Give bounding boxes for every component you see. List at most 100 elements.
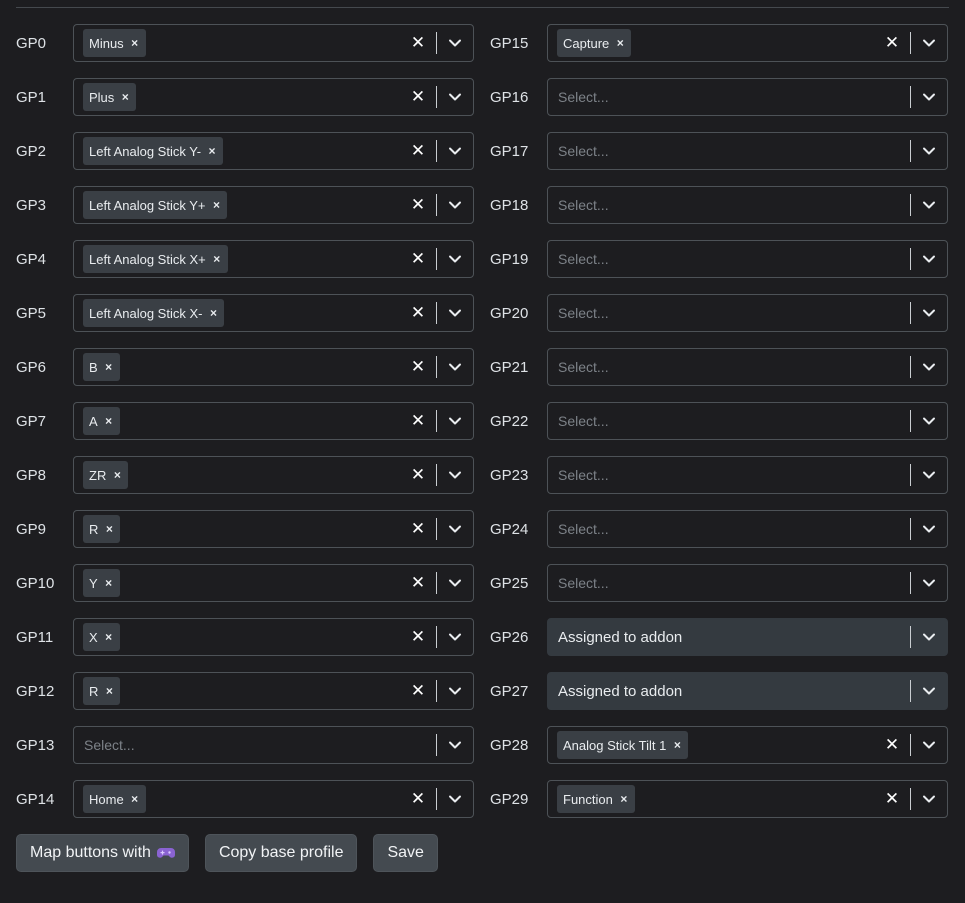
pin-select-gp22[interactable]: Select... [547,402,948,440]
chip-remove-icon[interactable]: × [206,245,228,273]
chevron-down-icon[interactable] [911,673,947,709]
chip-remove-icon[interactable]: × [613,785,635,813]
chevron-down-icon[interactable] [911,241,947,277]
clear-icon[interactable]: ✕ [874,781,910,817]
chip-remove-icon[interactable]: × [124,29,146,57]
chevron-down-icon[interactable] [911,403,947,439]
pin-select-gp27[interactable]: Assigned to addon [547,672,948,710]
select-value-area[interactable]: R × [74,511,400,547]
select-value-area[interactable]: Select... [548,457,910,493]
chevron-down-icon[interactable] [437,727,473,763]
clear-icon[interactable]: ✕ [874,727,910,763]
save-button[interactable]: Save [373,834,438,872]
clear-icon[interactable]: ✕ [400,565,436,601]
clear-icon[interactable]: ✕ [400,241,436,277]
chip-remove-icon[interactable]: × [201,137,223,165]
copy-base-profile-button[interactable]: Copy base profile [204,834,358,872]
select-value-area[interactable]: Select... [548,295,910,331]
pin-select-gp20[interactable]: Select... [547,294,948,332]
pin-select-gp4[interactable]: Left Analog Stick X+ × ✕ [73,240,474,278]
pin-select-gp17[interactable]: Select... [547,132,948,170]
select-value-area[interactable]: Select... [74,727,436,763]
chip-remove-icon[interactable]: × [124,785,146,813]
pin-select-gp15[interactable]: Capture × ✕ [547,24,948,62]
pin-select-gp8[interactable]: ZR × ✕ [73,456,474,494]
clear-icon[interactable]: ✕ [874,25,910,61]
chip-remove-icon[interactable]: × [98,407,120,435]
chip-remove-icon[interactable]: × [98,569,120,597]
select-value-area[interactable]: Left Analog Stick X- × [74,295,400,331]
select-value-area[interactable]: Select... [548,133,910,169]
chevron-down-icon[interactable] [911,781,947,817]
chevron-down-icon[interactable] [911,79,947,115]
chevron-down-icon[interactable] [911,619,947,655]
pin-select-gp28[interactable]: Analog Stick Tilt 1 × ✕ [547,726,948,764]
pin-select-gp11[interactable]: X × ✕ [73,618,474,656]
pin-select-gp7[interactable]: A × ✕ [73,402,474,440]
pin-select-gp29[interactable]: Function × ✕ [547,780,948,818]
select-value-area[interactable]: Assigned to addon [548,673,910,709]
chevron-down-icon[interactable] [437,79,473,115]
select-value-area[interactable]: Y × [74,565,400,601]
select-value-area[interactable]: Home × [74,781,400,817]
clear-icon[interactable]: ✕ [400,79,436,115]
pin-select-gp12[interactable]: R × ✕ [73,672,474,710]
pin-select-gp18[interactable]: Select... [547,186,948,224]
select-value-area[interactable]: ZR × [74,457,400,493]
chip-remove-icon[interactable]: × [114,83,136,111]
pin-select-gp21[interactable]: Select... [547,348,948,386]
chevron-down-icon[interactable] [437,619,473,655]
pin-select-gp19[interactable]: Select... [547,240,948,278]
select-value-area[interactable]: X × [74,619,400,655]
chevron-down-icon[interactable] [437,511,473,547]
chevron-down-icon[interactable] [911,565,947,601]
select-value-area[interactable]: B × [74,349,400,385]
chevron-down-icon[interactable] [911,133,947,169]
pin-select-gp5[interactable]: Left Analog Stick X- × ✕ [73,294,474,332]
select-value-area[interactable]: Plus × [74,79,400,115]
chip-remove-icon[interactable]: × [609,29,631,57]
pin-select-gp10[interactable]: Y × ✕ [73,564,474,602]
chip-remove-icon[interactable]: × [106,461,128,489]
select-value-area[interactable]: Select... [548,349,910,385]
clear-icon[interactable]: ✕ [400,511,436,547]
chip-remove-icon[interactable]: × [666,731,688,759]
clear-icon[interactable]: ✕ [400,295,436,331]
pin-select-gp2[interactable]: Left Analog Stick Y- × ✕ [73,132,474,170]
chip-remove-icon[interactable]: × [98,353,120,381]
select-value-area[interactable]: Function × [548,781,874,817]
select-value-area[interactable]: R × [74,673,400,709]
pin-select-gp14[interactable]: Home × ✕ [73,780,474,818]
chevron-down-icon[interactable] [437,565,473,601]
select-value-area[interactable]: Left Analog Stick Y+ × [74,187,400,223]
chevron-down-icon[interactable] [911,511,947,547]
pin-select-gp23[interactable]: Select... [547,456,948,494]
select-value-area[interactable]: Left Analog Stick X+ × [74,241,400,277]
chevron-down-icon[interactable] [911,295,947,331]
clear-icon[interactable]: ✕ [400,25,436,61]
chevron-down-icon[interactable] [437,349,473,385]
chevron-down-icon[interactable] [911,25,947,61]
select-value-area[interactable]: Select... [548,403,910,439]
chevron-down-icon[interactable] [911,727,947,763]
select-value-area[interactable]: A × [74,403,400,439]
clear-icon[interactable]: ✕ [400,187,436,223]
select-value-area[interactable]: Left Analog Stick Y- × [74,133,400,169]
chip-remove-icon[interactable]: × [202,299,224,327]
pin-select-gp6[interactable]: B × ✕ [73,348,474,386]
select-value-area[interactable]: Assigned to addon [548,619,910,655]
chip-remove-icon[interactable]: × [98,623,120,651]
chevron-down-icon[interactable] [437,133,473,169]
chip-remove-icon[interactable]: × [205,191,227,219]
clear-icon[interactable]: ✕ [400,781,436,817]
pin-select-gp16[interactable]: Select... [547,78,948,116]
chevron-down-icon[interactable] [911,457,947,493]
chevron-down-icon[interactable] [911,349,947,385]
clear-icon[interactable]: ✕ [400,619,436,655]
pin-select-gp9[interactable]: R × ✕ [73,510,474,548]
clear-icon[interactable]: ✕ [400,403,436,439]
select-value-area[interactable]: Analog Stick Tilt 1 × [548,727,874,763]
select-value-area[interactable]: Select... [548,79,910,115]
pin-select-gp0[interactable]: Minus × ✕ [73,24,474,62]
pin-select-gp1[interactable]: Plus × ✕ [73,78,474,116]
